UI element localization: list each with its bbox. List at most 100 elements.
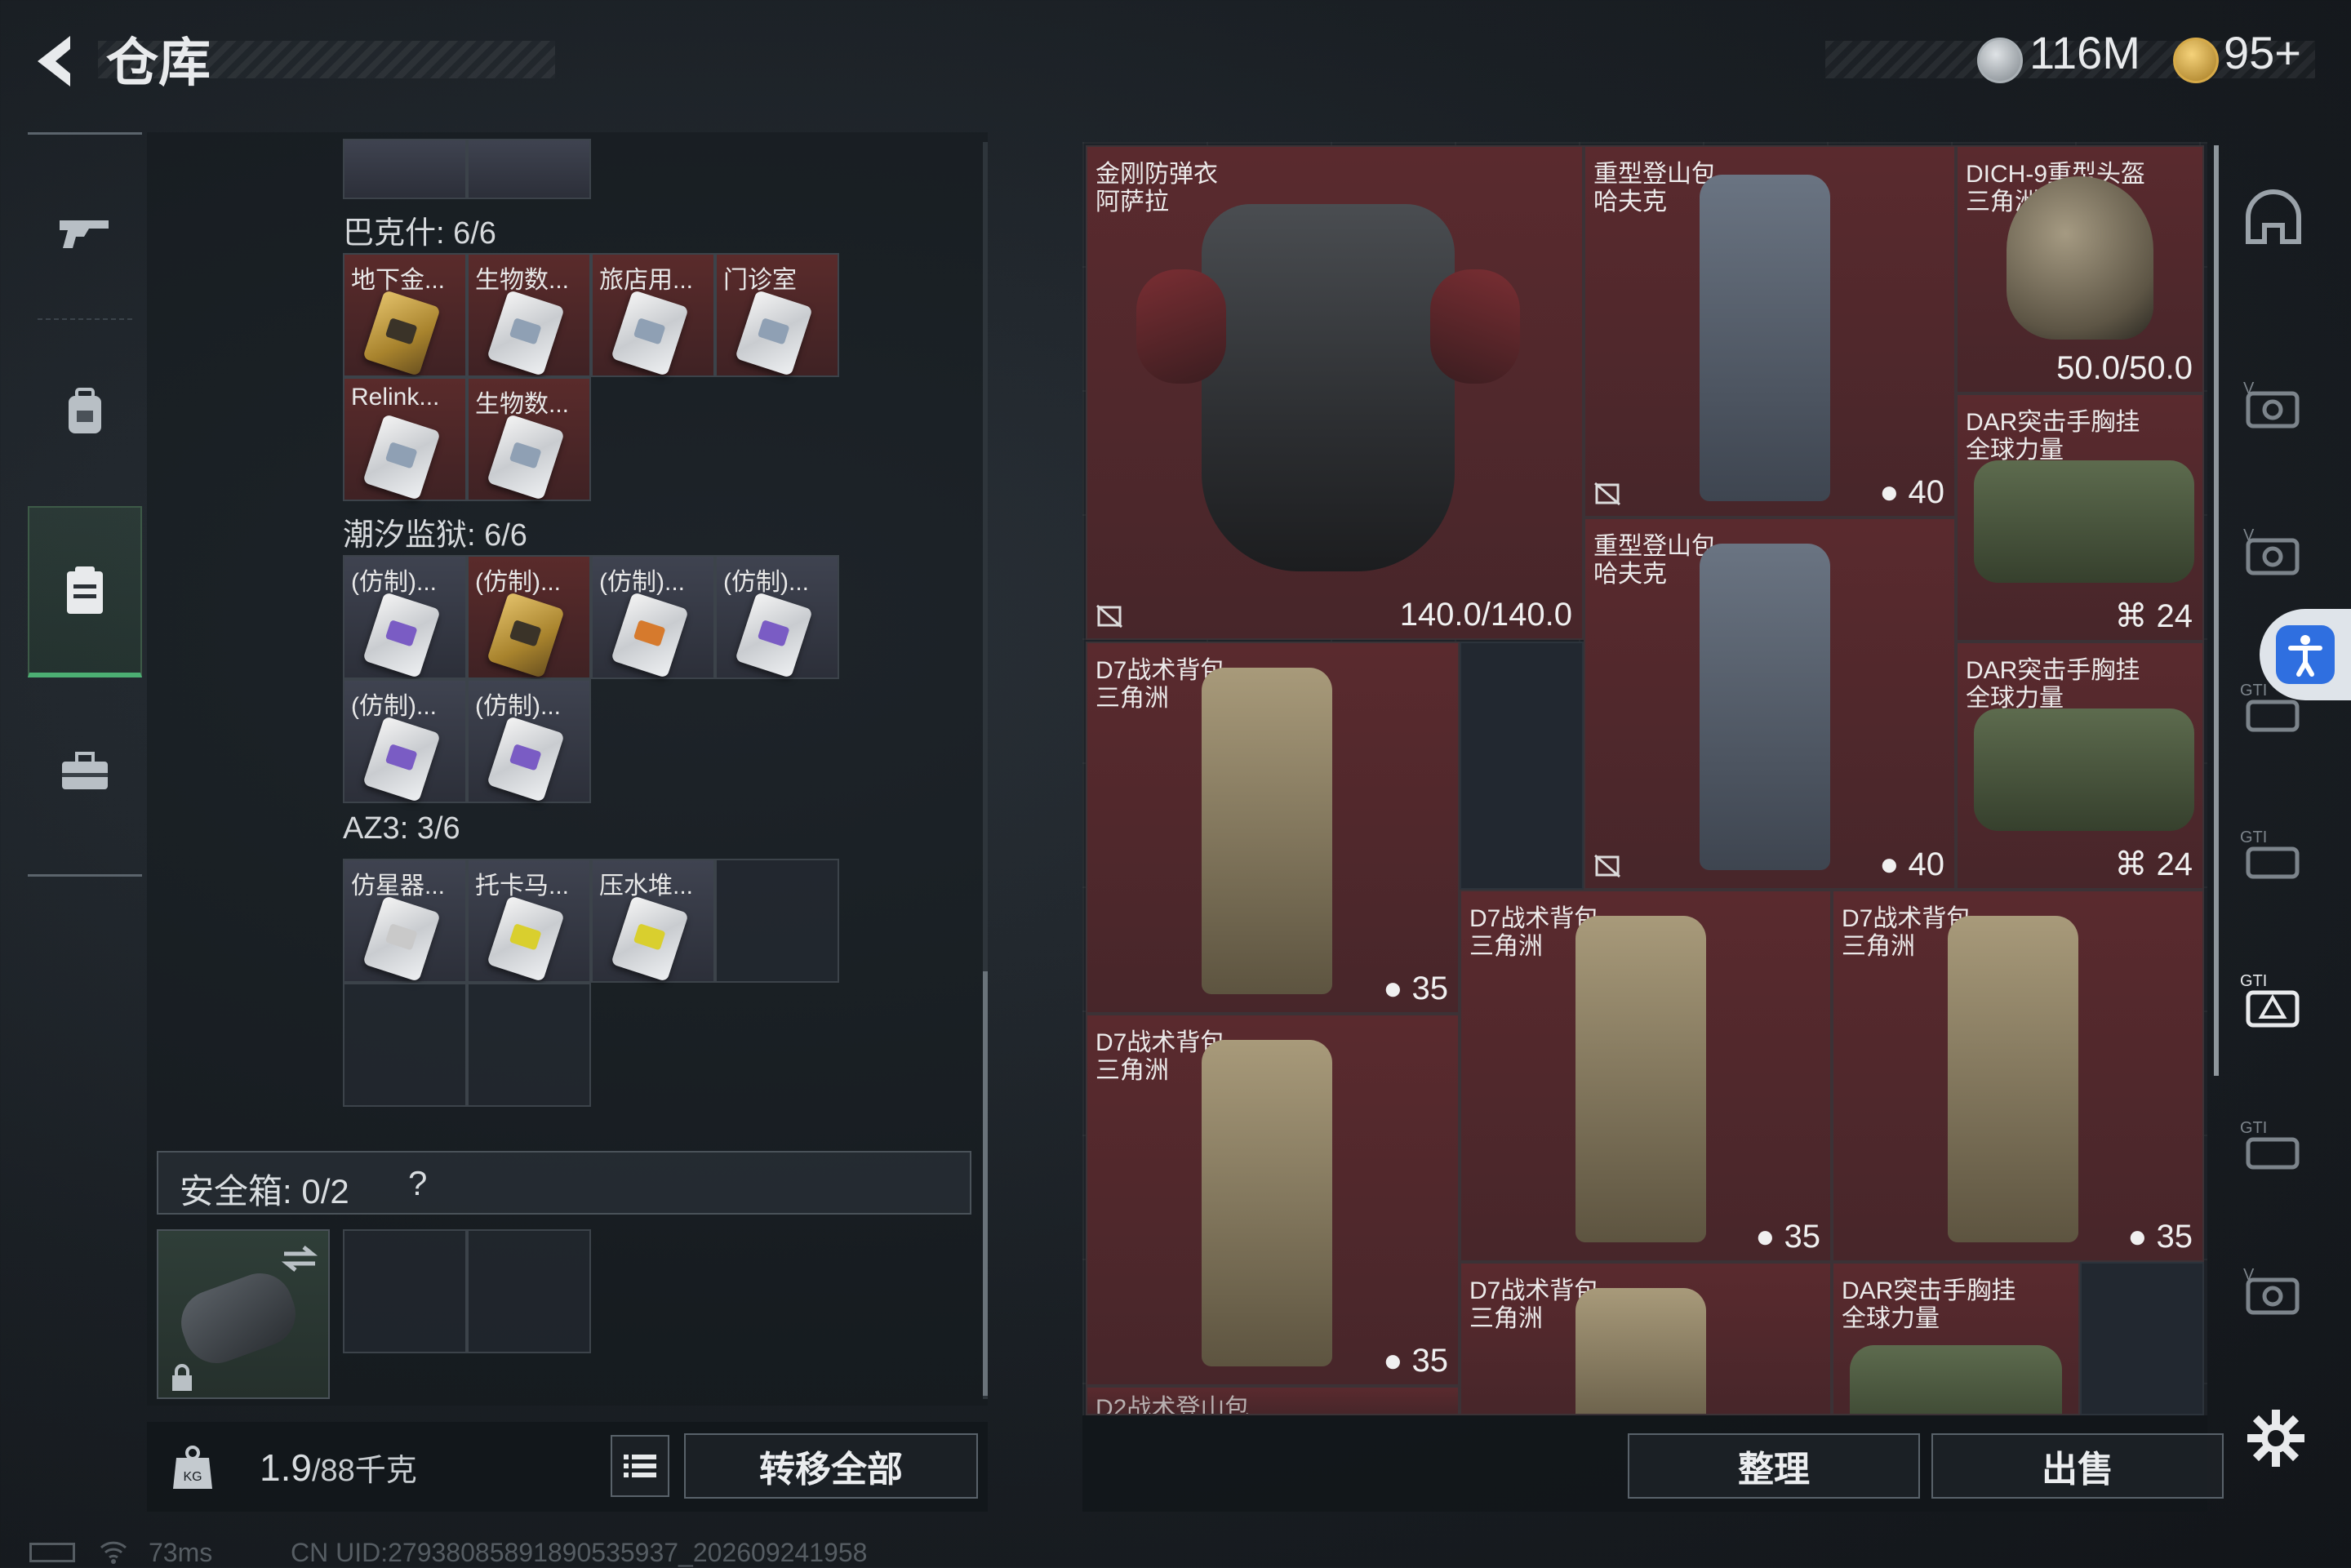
item-d7-backpack[interactable]: D7战术背包 三角洲 ● 35 xyxy=(1086,642,1460,1014)
item-label: 托卡马... xyxy=(475,873,570,899)
item-d7-backpack[interactable]: D7战术背包 三角洲 ● 35 xyxy=(1832,890,2204,1262)
rail-collections[interactable] xyxy=(28,506,142,677)
item-slot[interactable]: Relink... xyxy=(343,377,467,501)
item-slot[interactable]: (仿制)... xyxy=(467,555,591,679)
safe-box-slot[interactable] xyxy=(157,1229,330,1399)
empty-slot[interactable] xyxy=(343,983,467,1107)
help-icon[interactable]: ? xyxy=(408,1164,427,1203)
item-slot[interactable]: 旅店用... xyxy=(591,253,715,377)
back-arrow-icon[interactable] xyxy=(28,31,85,91)
item-label: 生物数... xyxy=(475,391,570,418)
rail-tools[interactable] xyxy=(28,686,142,857)
empty-slot[interactable] xyxy=(1460,642,1584,890)
rail-weapons[interactable] xyxy=(28,147,142,318)
empty-slot[interactable] xyxy=(467,983,591,1107)
empty-slot[interactable] xyxy=(467,1229,591,1353)
svg-text:V: V xyxy=(2243,1266,2255,1284)
item-slot[interactable]: (仿制)... xyxy=(467,679,591,803)
durability: 140.0/140.0 xyxy=(1399,597,1572,633)
item-slot[interactable]: (仿制)... xyxy=(343,555,467,679)
capacity: ● 35 xyxy=(1755,1219,1820,1255)
vest-filter-icon[interactable]: V xyxy=(2237,522,2310,596)
vest-filter-icon[interactable]: V xyxy=(2237,1262,2310,1335)
item-d7-backpack[interactable]: D7战术背包 三角洲 ● 35 xyxy=(1086,1014,1460,1386)
svg-text:GTI: GTI xyxy=(2240,1119,2267,1137)
settings-gear-icon[interactable] xyxy=(2247,1409,2305,1468)
item-slot[interactable]: 压水堆... xyxy=(591,859,715,983)
item-d7-backpack[interactable]: D7战术背包 三角洲 ● 35 xyxy=(1460,890,1832,1262)
item-slot[interactable]: 生物数... xyxy=(467,253,591,377)
item-label: (仿制)... xyxy=(351,693,437,720)
item-d2-backpack[interactable]: D2战术登山包 xyxy=(1086,1386,1460,1415)
item-slot[interactable]: (仿制)... xyxy=(591,555,715,679)
item-heavy-backpack[interactable]: 重型登山包 哈夫克 ● 40 xyxy=(1584,145,1956,517)
item-chest-rig[interactable]: DAR突击手胸挂 全球力量 xyxy=(1832,1262,2080,1415)
item-label: 门诊室 xyxy=(723,267,797,294)
keycard-icon xyxy=(362,414,441,500)
toolbox-icon xyxy=(62,752,108,789)
helmet-icon xyxy=(2007,176,2153,340)
capacity-icon: ● xyxy=(1383,1343,1412,1379)
capacity-value: 35 xyxy=(1411,971,1449,1006)
item-label: (仿制)... xyxy=(475,569,561,596)
gti-filter-icon[interactable]: GTI xyxy=(2237,677,2310,751)
capacity-value: 40 xyxy=(1908,474,1945,510)
armor-icon xyxy=(1202,204,1455,571)
currency-gold-icon xyxy=(2173,38,2219,83)
gti-filter-icon[interactable]: GTI xyxy=(2237,1115,2310,1188)
item-label: 地下金... xyxy=(351,267,446,294)
item-slot[interactable]: (仿制)... xyxy=(343,679,467,803)
list-view-button[interactable] xyxy=(611,1435,669,1497)
svg-text:V: V xyxy=(2243,380,2255,398)
item-slot[interactable]: 生物数... xyxy=(467,377,591,501)
empty-slot[interactable] xyxy=(343,1229,467,1353)
keycard-icon xyxy=(735,592,813,678)
item-label: (仿制)... xyxy=(351,569,437,596)
gti-filter-icon-selected[interactable]: GTI xyxy=(2237,968,2310,1042)
grid-scrollbar-thumb[interactable] xyxy=(2214,145,2219,1076)
item-helmet[interactable]: DICH-9重型头盔 三角洲 50.0/50.0 xyxy=(1956,145,2204,393)
currency-gold-amount[interactable]: 95+ xyxy=(2224,26,2301,79)
gti-filter-icon[interactable]: GTI xyxy=(2237,824,2310,898)
weight-icon: KG xyxy=(173,1446,212,1489)
item-slot[interactable] xyxy=(467,139,591,199)
item-d7-backpack[interactable]: D7战术背包 三角洲 xyxy=(1460,1262,1832,1415)
svg-text:GTI: GTI xyxy=(2240,682,2267,700)
item-faction: 三角洲 xyxy=(1469,933,1543,960)
item-slot[interactable]: 托卡马... xyxy=(467,859,591,983)
item-slot[interactable]: 仿星器... xyxy=(343,859,467,983)
scrollbar-thumb[interactable] xyxy=(983,971,988,1396)
keycard-icon xyxy=(487,414,565,500)
keycard-icon xyxy=(362,592,441,678)
list-icon xyxy=(624,1455,656,1477)
item-slot[interactable]: (仿制)... xyxy=(715,555,839,679)
gun-icon xyxy=(60,220,109,248)
weight-max: /88千克 xyxy=(311,1454,417,1488)
item-chest-rig[interactable]: DAR突击手胸挂 全球力量 ⌘ 24 xyxy=(1956,642,2204,890)
item-slot[interactable]: 地下金... xyxy=(343,253,467,377)
sort-button[interactable]: 整理 xyxy=(1628,1433,1920,1499)
item-armor-vest[interactable]: 金刚防弹衣 阿萨拉 140.0/140.0 xyxy=(1086,145,1584,640)
item-heavy-backpack[interactable]: 重型登山包 哈夫克 ● 40 xyxy=(1584,517,1956,890)
capacity-value: 35 xyxy=(2156,1219,2193,1255)
item-faction: 三角洲 xyxy=(1842,933,1915,960)
capacity-value: 24 xyxy=(2156,846,2193,882)
capacity: ● 40 xyxy=(1879,846,1944,883)
no-insure-icon xyxy=(1096,604,1122,629)
empty-slot[interactable] xyxy=(715,859,839,983)
item-slot[interactable] xyxy=(343,139,467,199)
item-chest-rig[interactable]: DAR突击手胸挂 全球力量 ⌘ 24 xyxy=(1956,393,2204,642)
svg-text:GTI: GTI xyxy=(2240,828,2267,846)
helmet-filter-icon[interactable] xyxy=(2237,184,2310,258)
backpack-icon xyxy=(1202,668,1332,994)
empty-slot[interactable] xyxy=(2080,1262,2204,1415)
no-insure-icon xyxy=(1594,482,1620,506)
swap-icon[interactable] xyxy=(281,1242,318,1275)
item-slot[interactable]: 门诊室 xyxy=(715,253,839,377)
vest-filter-icon[interactable]: V xyxy=(2237,375,2310,449)
backpack-icon xyxy=(1948,916,2078,1242)
item-label: 仿星器... xyxy=(351,873,446,899)
rail-armor[interactable] xyxy=(28,326,142,498)
sell-button[interactable]: 出售 xyxy=(1931,1433,2224,1499)
transfer-all-button[interactable]: 转移全部 xyxy=(684,1433,978,1499)
